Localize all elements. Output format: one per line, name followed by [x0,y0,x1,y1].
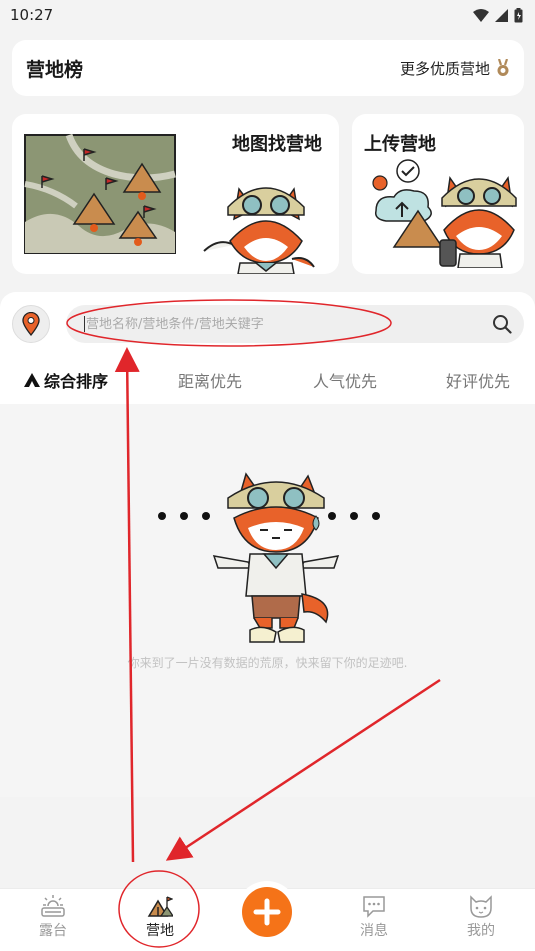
search-icon[interactable] [492,314,512,334]
confused-fox-mascot-illustration [148,472,388,644]
location-pin-icon [22,312,40,336]
tent-icon [24,373,40,387]
upload-cloud-illustration [372,159,442,254]
map-card-title: 地图找营地 [232,130,322,156]
text-cursor [84,316,85,332]
nav-label: 露台 [39,920,67,940]
status-time: 10:27 [10,6,53,24]
cat-face-icon [468,893,494,919]
nav-item-campsite[interactable]: 营地 [125,893,195,940]
message-icon [361,893,387,919]
add-post-button[interactable] [242,887,292,937]
signal-icon [495,9,508,22]
sort-tab-distance[interactable]: 距离优先 [178,368,242,392]
sort-tab-rating[interactable]: 好评优先 [446,368,510,392]
campsite-icon [147,893,173,919]
more-quality-campsites-link[interactable]: 更多优质营地 [400,58,510,79]
fox-mascot-pointing-illustration [194,159,324,274]
sort-tabs: 综合排序 距离优先 人气优先 好评优先 [0,366,535,394]
sort-tab-comprehensive[interactable]: 综合排序 [24,368,108,392]
search-panel: 综合排序 距离优先 人气优先 好评优先 [0,292,535,404]
map-find-campsite-card[interactable]: 地图找营地 [12,114,339,274]
search-box[interactable] [66,305,524,343]
ranking-title: 营地榜 [26,55,83,82]
nav-label: 我的 [467,920,495,940]
fox-mascot-phone-illustration [438,156,522,268]
status-icons [473,8,523,23]
upload-card-title: 上传营地 [364,130,436,156]
nav-label: 营地 [146,920,174,940]
upload-campsite-card[interactable]: 上传营地 [352,114,524,274]
more-label: 更多优质营地 [400,58,490,79]
terrace-icon [40,893,66,919]
nav-item-terrace[interactable]: 露台 [18,893,88,940]
campsite-ranking-card[interactable]: 营地榜 更多优质营地 [12,40,524,96]
medal-icon [496,59,510,77]
campsite-map-illustration [24,134,176,254]
plus-icon [253,898,281,926]
empty-state-message: 你来到了一片没有数据的荒原，快来留下你的足迹吧. [0,654,535,671]
sort-tab-popularity[interactable]: 人气优先 [313,368,377,392]
nav-item-profile[interactable]: 我的 [446,893,516,940]
battery-icon [514,8,523,23]
wifi-icon [473,9,489,22]
nav-label: 消息 [360,920,388,940]
sort-tab-label: 综合排序 [44,368,108,392]
search-input[interactable] [86,317,492,332]
nav-item-messages[interactable]: 消息 [339,893,409,940]
bottom-navigation: 露台 营地 消息 我的 [0,888,535,951]
campsite-list-area: 你来到了一片没有数据的荒原，快来留下你的足迹吧. [0,404,535,797]
status-bar: 10:27 [0,0,535,30]
location-button[interactable] [12,305,50,343]
